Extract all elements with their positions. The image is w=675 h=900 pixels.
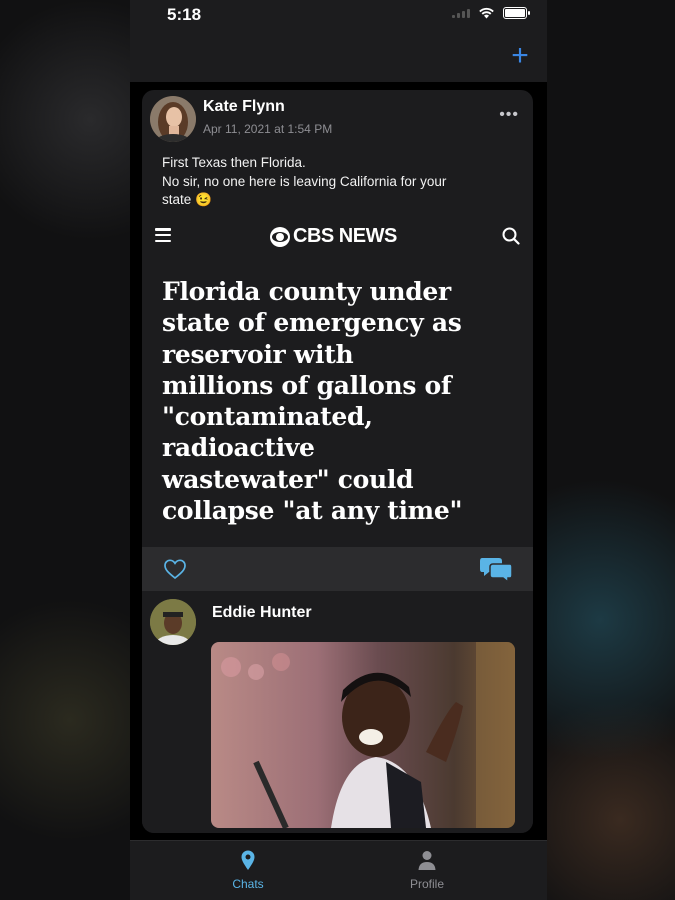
feed[interactable]: Kate Flynn Apr 11, 2021 at 1:54 PM ••• F… [130,82,547,840]
comment-author-avatar[interactable] [150,599,196,645]
news-source-label: CBS NEWS [293,225,397,247]
person-icon [418,851,436,870]
cbs-news-logo: CBS NEWS [270,225,397,248]
heart-icon[interactable] [163,558,187,580]
phone-screen: 5:18 + Kate Flynn Apr 11, 2021 at 1:54 P… [130,0,547,900]
tab-chats[interactable]: Chats [188,849,308,891]
status-bar: 5:18 [130,0,547,34]
hamburger-menu-icon [155,228,171,242]
headline-line: millions of gallons of [162,370,452,400]
tab-bar: Chats Profile [130,840,547,900]
post-date: Apr 11, 2021 at 1:54 PM [203,122,333,136]
comment-photo[interactable] [211,642,515,828]
post-card[interactable]: Kate Flynn Apr 11, 2021 at 1:54 PM ••• F… [142,90,533,833]
headline-line: collapse "at any time" [162,496,463,526]
cbs-eye-icon [270,226,290,247]
headline-line: reservoir with [162,339,354,369]
battery-icon [503,7,530,19]
status-time: 5:18 [167,5,202,24]
author-avatar[interactable] [150,96,196,142]
comments-icon[interactable] [479,555,513,583]
headline-line: wastewater" could [162,464,414,494]
post-text-line: state 😉 [162,192,212,207]
comment[interactable]: Eddie Hunter [142,591,533,833]
status-icons [452,7,530,19]
post-header: Kate Flynn Apr 11, 2021 at 1:54 PM ••• [142,90,533,152]
headline-line: radioactive [162,433,315,463]
search-icon [502,227,520,245]
wifi-icon [479,7,494,19]
comment-author-name[interactable]: Eddie Hunter [212,604,312,622]
post-text-line: No sir, no one here is leaving Californi… [162,173,447,189]
article-header-bar: CBS NEWS [142,216,533,256]
signal-icon [452,8,470,18]
plus-icon[interactable]: + [507,41,533,71]
tab-label: Profile [409,877,444,891]
article-headline: Florida county under state of emergency … [162,276,472,526]
headline-line: state of emergency as [162,308,462,338]
post-text: First Texas then Florida. No sir, no one… [162,154,502,210]
author-name[interactable]: Kate Flynn [203,98,285,116]
nav-bar: + [130,34,547,82]
tab-profile[interactable]: Profile [367,849,487,891]
headline-line: "contaminated, [162,402,373,432]
headline-line: Florida county under [162,277,451,306]
article-preview[interactable]: CBS NEWS Florida county under state of e… [142,216,533,548]
tab-label: Chats [232,877,264,891]
location-pin-icon [241,850,255,870]
more-options-icon[interactable]: ••• [499,106,519,124]
post-text-line: First Texas then Florida. [162,155,306,170]
post-actions-bar [142,547,533,591]
